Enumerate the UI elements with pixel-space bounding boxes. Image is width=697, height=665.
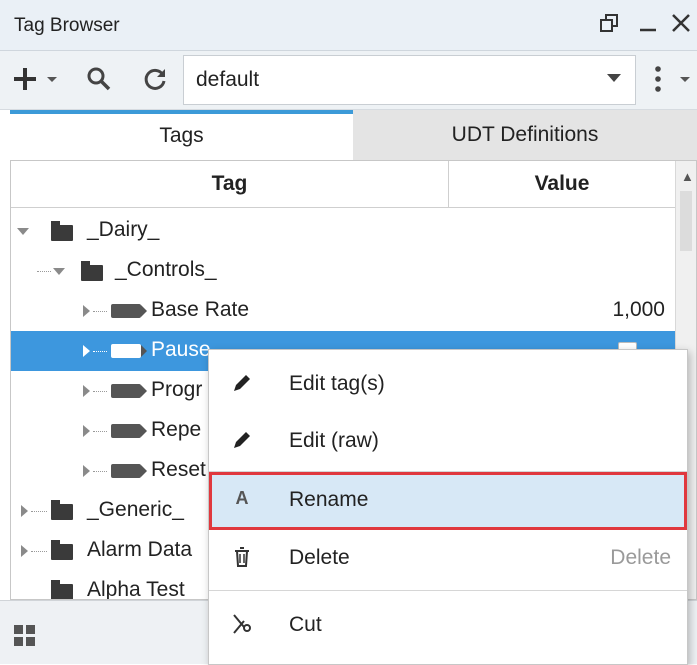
- tag-value: 1,000: [612, 298, 665, 321]
- scrollbar-thumb[interactable]: [680, 191, 692, 251]
- tab-tags[interactable]: Tags: [10, 110, 353, 160]
- pencil-icon: [229, 429, 255, 457]
- window-title: Tag Browser: [14, 15, 120, 36]
- tag-provider-value: default: [196, 68, 260, 91]
- menu-item-label: Delete: [289, 546, 350, 569]
- tree-connector: [37, 271, 51, 272]
- menu-item-edit-tags[interactable]: Edit tag(s): [209, 356, 687, 414]
- pencil-icon: [229, 372, 255, 400]
- tree-row-label: _Controls_: [115, 258, 217, 281]
- shortcut-label: Delete: [610, 546, 671, 569]
- refresh-icon[interactable]: [142, 66, 168, 97]
- title-bar: Tag Browser: [0, 0, 697, 51]
- folder-icon: [51, 540, 73, 560]
- menu-item-cut[interactable]: Cut: [209, 597, 687, 655]
- tab-bar: Tags UDT Definitions: [10, 110, 697, 160]
- search-icon[interactable]: [86, 66, 112, 97]
- menu-item-rename[interactable]: A Rename: [209, 472, 687, 530]
- tree-connector: [93, 311, 107, 312]
- collapsed-arrow-icon[interactable]: [83, 425, 90, 437]
- folder-open-icon: [81, 261, 103, 281]
- tree-connector: [31, 551, 47, 552]
- tree-connector: [93, 471, 107, 472]
- tag-icon: [111, 424, 147, 438]
- scroll-up-icon[interactable]: ▲: [681, 169, 694, 184]
- letter-a-icon: A: [235, 488, 249, 508]
- float-window-icon[interactable]: [598, 12, 620, 39]
- scissors-icon: [229, 613, 255, 641]
- collapsed-arrow-icon[interactable]: [83, 305, 90, 317]
- menu-item-delete[interactable]: Delete Delete: [209, 530, 687, 588]
- tag-icon: [111, 344, 147, 358]
- column-header-tag[interactable]: Tag: [11, 161, 449, 208]
- folder-open-icon: [51, 221, 73, 241]
- tree-row-label: Pause: [151, 338, 211, 361]
- expanded-arrow-icon[interactable]: [53, 268, 65, 275]
- add-tag-button[interactable]: [14, 66, 64, 97]
- menu-item-edit-raw[interactable]: Edit (raw): [209, 413, 687, 471]
- tree-row-label: Alarm Data: [87, 538, 193, 561]
- tree-row-label: Alpha Test: [87, 578, 185, 600]
- folder-icon: [51, 500, 73, 520]
- tree-connector: [93, 431, 107, 432]
- tree-row-controls[interactable]: _Controls_: [11, 251, 675, 291]
- chevron-down-icon: [607, 74, 621, 82]
- menu-separator: [209, 590, 687, 591]
- context-menu: Edit tag(s) Edit (raw) A Rename Delete D…: [208, 349, 688, 665]
- menu-item-label: Cut: [289, 613, 322, 636]
- tag-icon: [111, 384, 147, 398]
- tree-row-label: _Generic_: [87, 498, 184, 521]
- menu-item-label: Rename: [289, 488, 369, 511]
- tree-row-label: Base Rate: [151, 298, 250, 321]
- column-header-value[interactable]: Value: [449, 161, 675, 208]
- collapsed-arrow-icon[interactable]: [83, 345, 90, 357]
- tag-icon: [111, 464, 147, 478]
- folder-icon: [51, 580, 73, 599]
- more-options-icon[interactable]: [652, 64, 692, 99]
- tree-connector: [93, 391, 107, 392]
- tree-connector: [93, 351, 107, 352]
- minimize-icon[interactable]: [638, 10, 658, 39]
- tag-icon: [111, 304, 147, 318]
- menu-item-label: Edit (raw): [289, 429, 379, 452]
- tree-row-label: Progr: [151, 378, 203, 401]
- tree-connector: [31, 511, 47, 512]
- expanded-arrow-icon[interactable]: [17, 228, 29, 235]
- collapsed-arrow-icon[interactable]: [21, 505, 28, 517]
- grid-icon[interactable]: [14, 625, 36, 647]
- tag-provider-dropdown[interactable]: default: [183, 55, 636, 105]
- collapsed-arrow-icon[interactable]: [21, 545, 28, 557]
- close-icon[interactable]: [670, 12, 692, 39]
- plus-icon: [14, 68, 57, 90]
- tree-row-base-rate[interactable]: Base Rate 1,000: [11, 291, 675, 331]
- tab-udt-definitions[interactable]: UDT Definitions: [353, 110, 697, 160]
- collapsed-arrow-icon[interactable]: [83, 465, 90, 477]
- collapsed-arrow-icon[interactable]: [83, 385, 90, 397]
- tree-row-dairy[interactable]: _Dairy_: [11, 211, 675, 251]
- tree-row-label: _Dairy_: [87, 218, 160, 241]
- tree-row-label: Repe: [151, 418, 202, 441]
- tree-row-label: Reset: [151, 458, 206, 481]
- trash-icon: [229, 546, 255, 574]
- menu-item-label: Edit tag(s): [289, 372, 385, 395]
